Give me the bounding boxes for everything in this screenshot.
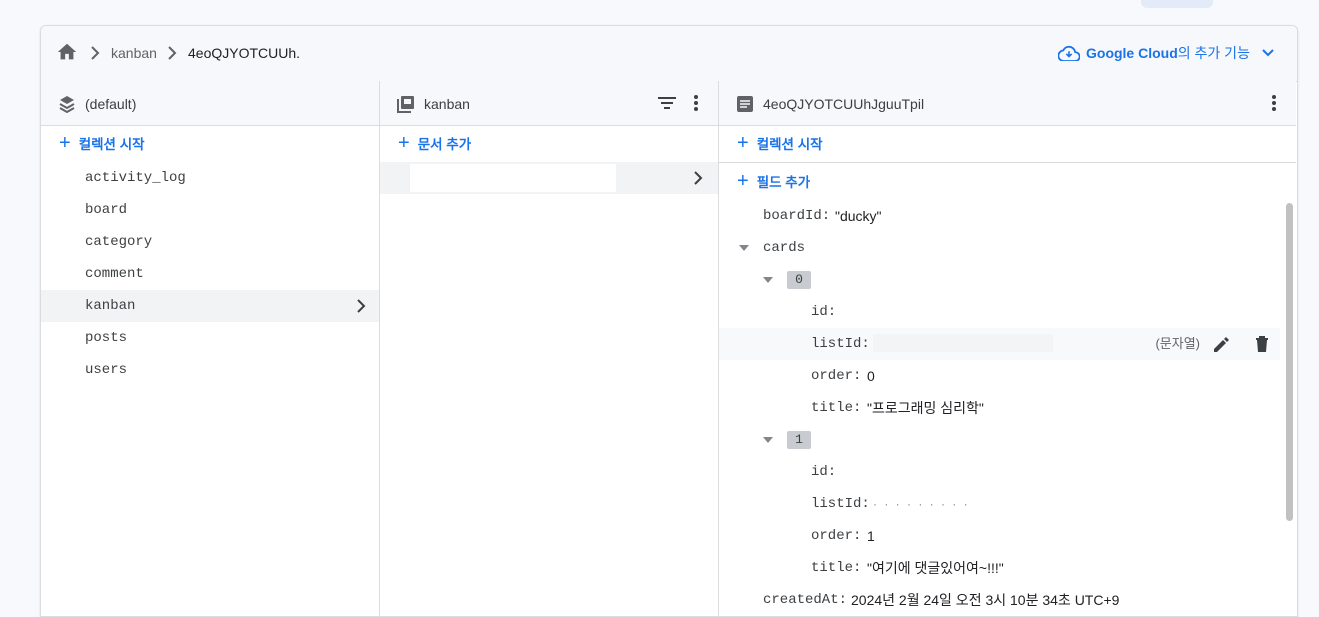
start-subcollection-button[interactable]: + 컬렉션 시작 [719, 126, 1296, 160]
redacted-value: · · · · · · · · · [873, 497, 970, 511]
array-item-0[interactable]: 0 [719, 264, 1280, 296]
field-row-title[interactable]: title: "프로그래밍 심리학" [719, 392, 1280, 424]
google-cloud-brand: Google Cloud [1086, 45, 1178, 61]
collection-item[interactable]: category [41, 226, 379, 258]
collapse-icon[interactable] [739, 245, 749, 251]
vertical-scrollbar[interactable] [1285, 201, 1294, 601]
field-key: id: [811, 464, 837, 480]
field-row-boardId[interactable]: boardId: "ducky" [719, 200, 1280, 232]
document-item-selected[interactable] [380, 162, 718, 194]
collapse-icon[interactable] [763, 277, 773, 283]
field-row-order[interactable]: order: 0 [719, 360, 1280, 392]
document-id: 4eoQJYOTCUUhJguuTpil [763, 96, 925, 112]
field-key: listId: [811, 336, 870, 352]
plus-icon: + [59, 132, 71, 154]
collection-item[interactable]: posts [41, 322, 379, 354]
chevron-down-icon [1262, 49, 1274, 57]
plus-icon: + [737, 170, 749, 192]
collapse-icon[interactable] [763, 437, 773, 443]
more-vert-icon[interactable] [1263, 92, 1285, 114]
database-stack-icon [59, 96, 75, 113]
field-row-cards[interactable]: cards [719, 232, 1280, 264]
firestore-data-panel: kanban 4eoQJYOTCUUh. Google Cloud 의 추가 기능… [40, 25, 1298, 617]
google-cloud-extensions-button[interactable]: Google Cloud 의 추가 기능 [1058, 42, 1280, 64]
field-row-id[interactable]: id: [719, 296, 1280, 328]
field-key: createdAt: [763, 592, 848, 608]
field-row-createdAt[interactable]: createdAt: 2024년 2월 24일 오전 3시 10분 34초 UT… [719, 584, 1280, 616]
add-field-label: 필드 추가 [756, 175, 811, 190]
array-index-badge: 0 [787, 271, 811, 289]
collection-item[interactable]: board [41, 194, 379, 226]
field-row-listId[interactable]: listId: · · · · · · · · · [719, 488, 1280, 520]
documents-column: kanban + 문서 추가 [380, 81, 719, 616]
document-icon [737, 96, 753, 112]
delete-icon[interactable] [1252, 334, 1272, 354]
start-subcollection-label: 컬렉션 시작 [756, 137, 823, 152]
top-action-button[interactable] [1141, 0, 1213, 8]
collection-label: kanban [85, 298, 136, 314]
chevron-right-icon [91, 46, 100, 60]
collections-column: (default) + 컬렉션 시작 activity_log board ca… [41, 81, 380, 616]
chevron-right-icon [357, 299, 366, 313]
collection-item-selected[interactable]: kanban [41, 290, 379, 322]
breadcrumb: kanban 4eoQJYOTCUUh. Google Cloud 의 추가 기능 [41, 26, 1297, 82]
document-header: 4eoQJYOTCUUhJguuTpil [719, 81, 1296, 126]
field-key: boardId: [763, 208, 831, 224]
collection-item[interactable]: comment [41, 258, 379, 290]
google-cloud-suffix: 의 추가 기능 [1177, 45, 1250, 61]
field-key: listId: [811, 496, 870, 512]
field-value: "여기에 댓글있어여~!!!" [867, 560, 1004, 576]
field-value: 1 [867, 528, 875, 544]
field-key: id: [811, 304, 837, 320]
start-collection-button[interactable]: + 컬렉션 시작 [41, 126, 379, 160]
field-row-listId-hover[interactable]: listId: (문자열) [719, 328, 1280, 360]
home-icon[interactable] [56, 41, 78, 63]
collection-header: kanban [380, 81, 718, 126]
field-key: title: [811, 400, 862, 416]
field-row-id[interactable]: id: [719, 456, 1280, 488]
database-name: (default) [85, 96, 137, 112]
chevron-right-icon [168, 46, 177, 60]
redacted-document-id [410, 164, 616, 192]
collection-item[interactable]: activity_log [41, 162, 379, 194]
breadcrumb-item-document[interactable]: 4eoQJYOTCUUh. [188, 45, 300, 61]
array-index-badge: 1 [787, 431, 811, 449]
breadcrumb-item-kanban[interactable]: kanban [111, 45, 157, 61]
collection-icon [397, 96, 414, 113]
scrollbar-thumb[interactable] [1286, 203, 1293, 521]
plus-icon: + [737, 132, 749, 154]
field-type-label: (문자열) [1155, 336, 1200, 351]
database-header: (default) [41, 81, 379, 126]
collection-item[interactable]: users [41, 354, 379, 386]
field-list: boardId: "ducky" cards 0 id: listId: (문자… [719, 201, 1280, 616]
add-document-label: 문서 추가 [417, 137, 472, 152]
edit-icon[interactable] [1212, 334, 1232, 354]
collection-name: kanban [424, 96, 470, 112]
field-key: title: [811, 560, 862, 576]
field-value: "ducky" [835, 208, 882, 224]
start-collection-label: 컬렉션 시작 [78, 137, 145, 152]
field-value: "프로그래밍 심리학" [867, 400, 984, 416]
field-key: order: [811, 368, 862, 384]
filter-icon[interactable] [656, 92, 678, 114]
field-value: 2024년 2월 24일 오전 3시 10분 34초 UTC+9 [851, 592, 1120, 608]
document-column: 4eoQJYOTCUUhJguuTpil + 컬렉션 시작 + 필드 추가 bo… [719, 81, 1296, 616]
array-item-1[interactable]: 1 [719, 424, 1280, 456]
field-row-order[interactable]: order: 1 [719, 520, 1280, 552]
cloud-icon [1058, 45, 1080, 61]
add-field-button[interactable]: + 필드 추가 [719, 164, 1296, 198]
field-row-title[interactable]: title: "여기에 댓글있어여~!!!" [719, 552, 1280, 584]
field-key: order: [811, 528, 862, 544]
redacted-value [873, 334, 1053, 352]
plus-icon: + [398, 132, 410, 154]
field-key: cards [763, 240, 806, 256]
more-vert-icon[interactable] [685, 92, 707, 114]
field-value: 0 [867, 368, 875, 384]
chevron-right-icon [694, 171, 703, 185]
add-document-button[interactable]: + 문서 추가 [380, 126, 718, 160]
divider [719, 162, 1296, 163]
